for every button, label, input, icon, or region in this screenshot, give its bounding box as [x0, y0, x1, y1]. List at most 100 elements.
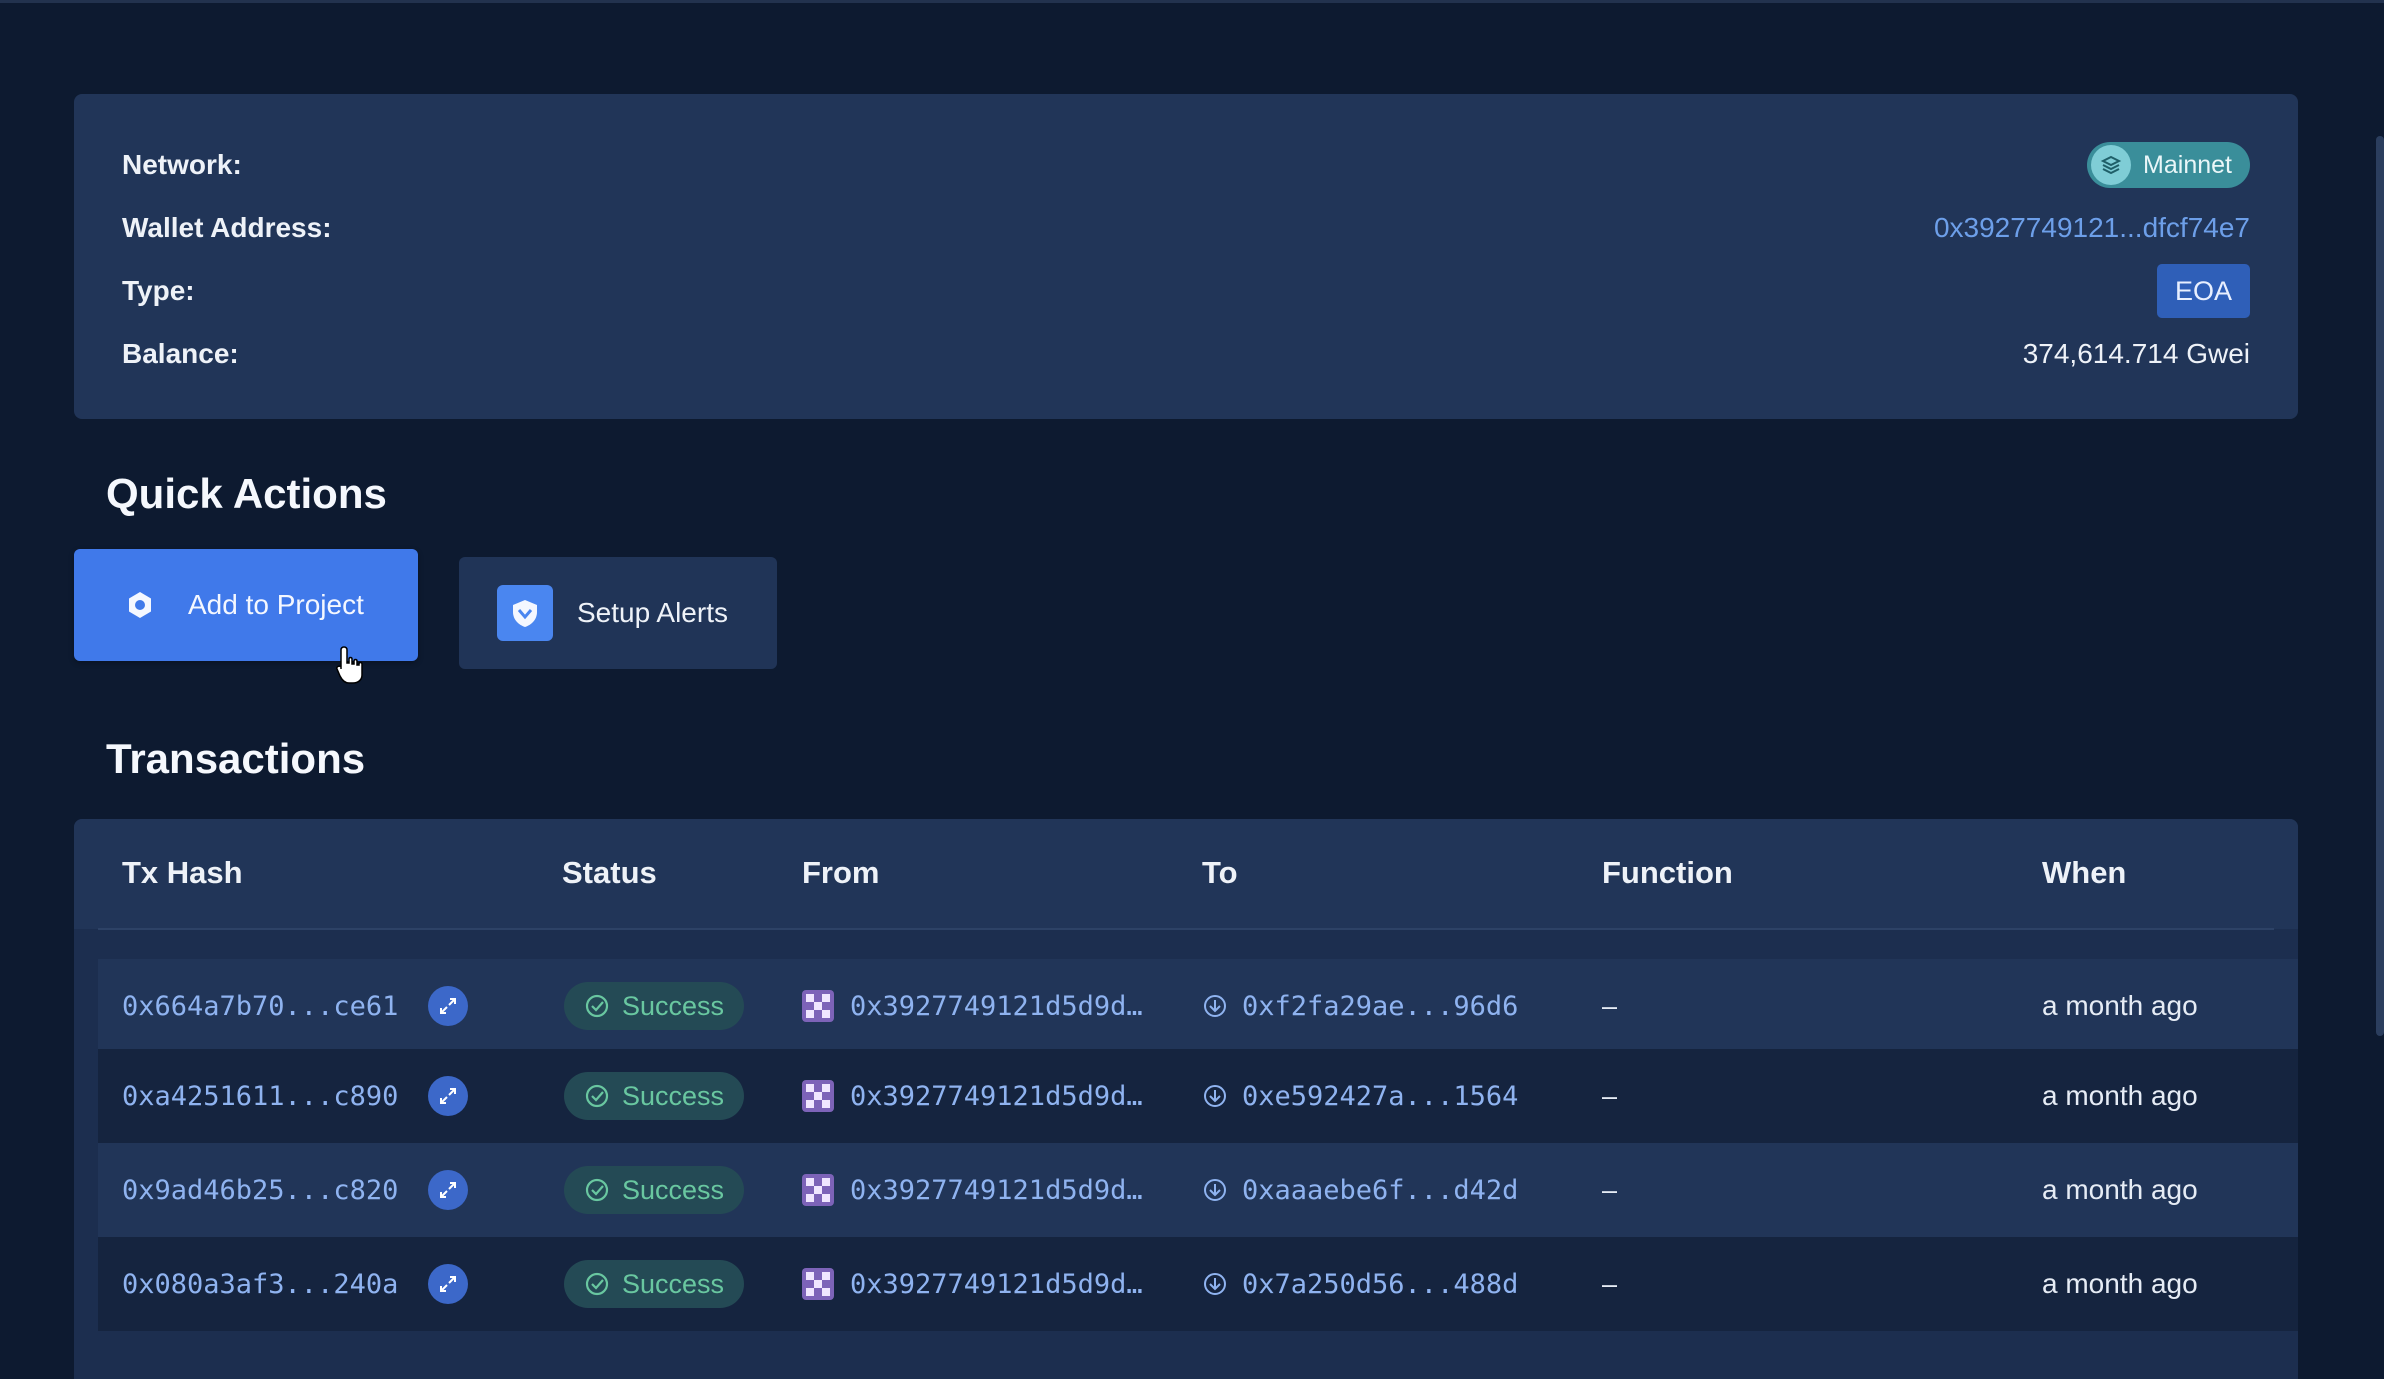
to-cell: 0xf2fa29ae...96d6 [1202, 959, 1518, 1053]
column-header-from[interactable]: From [802, 855, 880, 891]
type-badge: EOA [2156, 264, 2250, 318]
to-address-link[interactable]: 0xe592427a...1564 [1242, 1081, 1518, 1112]
expand-arrows-icon[interactable] [428, 1264, 469, 1304]
balance-value: 374,614.714 Gwei [2022, 338, 2250, 369]
tx-hash-link[interactable]: 0x9ad46b25...c820 [122, 1175, 398, 1206]
add-to-project-button[interactable]: Add to Project [74, 549, 418, 661]
status-badge: Success [564, 1072, 745, 1120]
from-address-link[interactable]: 0x3927749121d5d9d… [850, 1269, 1143, 1300]
status-badge: Success [564, 1166, 745, 1214]
when-cell: a month ago [2042, 959, 2198, 1053]
to-address-link[interactable]: 0xaaaebe6f...d42d [1242, 1175, 1518, 1206]
identicon-avatar [802, 1268, 834, 1300]
from-address-link[interactable]: 0x3927749121d5d9d… [850, 1081, 1143, 1112]
status-cell: Success [564, 959, 745, 1053]
expand-arrows-icon[interactable] [428, 1170, 469, 1210]
when-value: a month ago [2042, 1174, 2198, 1205]
from-cell: 0x3927749121d5d9d… [802, 1049, 1143, 1143]
table-header: Tx Hash Status From To Function When [74, 819, 2298, 929]
column-header-function[interactable]: Function [1602, 855, 1733, 891]
function-cell: – [1602, 1237, 1617, 1331]
to-cell: 0x7a250d56...488d [1202, 1237, 1518, 1331]
check-circle-icon [585, 994, 609, 1018]
function-cell: – [1602, 1049, 1617, 1143]
tx-hash-cell: 0x9ad46b25...c820 [122, 1143, 469, 1237]
network-row: Network: Mainnet [122, 142, 2250, 188]
scrollbar-thumb[interactable] [2376, 136, 2384, 1036]
network-value: Mainnet [2143, 150, 2232, 179]
when-cell: a month ago [2042, 1143, 2198, 1237]
type-label: Type: [122, 275, 195, 306]
status-cell: Success [564, 1237, 745, 1331]
transactions-table: Tx Hash Status From To Function When 0x6… [74, 819, 2298, 1379]
table-row[interactable]: 0x9ad46b25...c820 Success 0x3927749121d5d9… [98, 1143, 2298, 1237]
status-cell: Success [564, 1049, 745, 1143]
to-cell: 0xaaaebe6f...d42d [1202, 1143, 1518, 1237]
table-row[interactable]: 0x664a7b70...ce61 Success 0x3927749121d5d9… [98, 959, 2298, 1053]
balance-row: Balance: 374,614.714 Gwei [122, 334, 2250, 374]
check-circle-icon [585, 1178, 609, 1202]
when-value: a month ago [2042, 1268, 2198, 1299]
wallet-row: Wallet Address: 0x3927749121...dfcf74e7 [122, 208, 2250, 248]
from-address-link[interactable]: 0x3927749121d5d9d… [850, 1175, 1143, 1206]
setup-alerts-button[interactable]: Setup Alerts [459, 557, 777, 669]
hand-cursor-icon [336, 645, 364, 690]
from-cell: 0x3927749121d5d9d… [802, 1237, 1143, 1331]
network-badge[interactable]: Mainnet [2087, 142, 2250, 188]
identicon-avatar [802, 1080, 834, 1112]
quick-actions-title: Quick Actions [106, 470, 387, 517]
page: Network: Mainnet Wallet Address: 0x39277… [0, 0, 2384, 1379]
status-text: Success [622, 990, 725, 1021]
transactions-title: Transactions [106, 735, 366, 782]
status-text: Success [622, 1268, 725, 1299]
incoming-arrow-icon [1202, 1271, 1228, 1297]
add-to-project-label: Add to Project [188, 589, 364, 620]
tx-hash-cell: 0x664a7b70...ce61 [122, 959, 469, 1053]
check-circle-icon [585, 1084, 609, 1108]
status-cell: Success [564, 1143, 745, 1237]
hexagon-icon [124, 589, 156, 621]
column-header-status[interactable]: Status [562, 855, 657, 891]
network-label: Network: [122, 149, 242, 180]
when-value: a month ago [2042, 990, 2198, 1021]
status-text: Success [622, 1174, 725, 1205]
expand-arrows-icon[interactable] [428, 986, 469, 1026]
table-row[interactable]: 0xa4251611...c890 Success 0x3927749121d5d9… [98, 1049, 2298, 1143]
function-value: – [1602, 1174, 1618, 1205]
tx-hash-link[interactable]: 0xa4251611...c890 [122, 1081, 398, 1112]
incoming-arrow-icon [1202, 1177, 1228, 1203]
tx-hash-link[interactable]: 0x080a3af3...240a [122, 1269, 398, 1300]
tx-hash-link[interactable]: 0x664a7b70...ce61 [122, 991, 398, 1022]
function-cell: – [1602, 959, 1617, 1053]
to-address-link[interactable]: 0x7a250d56...488d [1242, 1269, 1518, 1300]
status-badge: Success [564, 1260, 745, 1308]
when-value: a month ago [2042, 1080, 2198, 1111]
check-circle-icon [585, 1272, 609, 1296]
table-row[interactable]: 0x080a3af3...240a Success 0x3927749121d5d9… [98, 1237, 2298, 1331]
column-header-to[interactable]: To [1202, 855, 1238, 891]
status-badge: Success [564, 982, 745, 1030]
header-divider [98, 928, 2274, 930]
wallet-address-link[interactable]: 0x3927749121...dfcf74e7 [1934, 212, 2250, 244]
setup-alerts-label: Setup Alerts [577, 597, 728, 628]
network-stack-icon [2091, 145, 2132, 185]
function-cell: – [1602, 1143, 1617, 1237]
function-value: – [1602, 990, 1618, 1021]
column-header-tx-hash[interactable]: Tx Hash [122, 855, 243, 891]
incoming-arrow-icon [1202, 1083, 1228, 1109]
balance-label: Balance: [122, 338, 239, 369]
column-header-when[interactable]: When [2042, 855, 2126, 891]
function-value: – [1602, 1268, 1618, 1299]
to-address-link[interactable]: 0xf2fa29ae...96d6 [1242, 991, 1518, 1022]
identicon-avatar [802, 990, 834, 1022]
top-divider [0, 0, 2384, 3]
alert-shield-icon [497, 585, 553, 641]
identicon-avatar [802, 1174, 834, 1206]
to-cell: 0xe592427a...1564 [1202, 1049, 1518, 1143]
when-cell: a month ago [2042, 1049, 2198, 1143]
tx-hash-cell: 0x080a3af3...240a [122, 1237, 469, 1331]
from-address-link[interactable]: 0x3927749121d5d9d… [850, 991, 1143, 1022]
expand-arrows-icon[interactable] [428, 1076, 469, 1116]
type-row: Type: EOA [122, 264, 2250, 318]
when-cell: a month ago [2042, 1237, 2198, 1331]
